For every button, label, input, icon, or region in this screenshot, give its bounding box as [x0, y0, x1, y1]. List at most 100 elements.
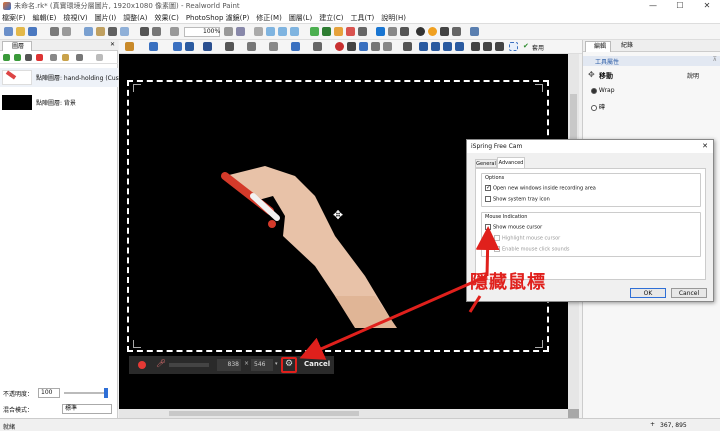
layer-row[interactable]: 點陣圖層: hand-holding (Cust: [0, 68, 121, 87]
view2-icon[interactable]: [278, 27, 287, 36]
smudge-icon[interactable]: [403, 42, 412, 51]
save-icon[interactable]: [28, 27, 37, 36]
layer-up-icon[interactable]: [14, 54, 21, 61]
hscroll-thumb[interactable]: [169, 411, 359, 416]
select-icon[interactable]: [185, 42, 194, 51]
apply-label[interactable]: 套用: [532, 43, 544, 52]
crop-icon[interactable]: [120, 27, 129, 36]
pen-icon[interactable]: [471, 42, 480, 51]
layer-down-icon[interactable]: [25, 54, 32, 61]
tab-history[interactable]: 紀錄: [613, 41, 639, 52]
horizontal-scrollbar[interactable]: [119, 409, 568, 418]
menu-effects[interactable]: 效果(C): [154, 14, 178, 22]
new-icon[interactable]: [4, 27, 13, 36]
text-tool-icon[interactable]: [203, 42, 212, 51]
ok-button[interactable]: OK: [630, 288, 666, 298]
tab-advanced[interactable]: Advanced: [497, 157, 525, 168]
layer2-icon[interactable]: [346, 27, 355, 36]
pencil-icon[interactable]: [247, 42, 256, 51]
record-icon[interactable]: [138, 361, 146, 369]
paste-icon[interactable]: [96, 27, 105, 36]
tray-icon-option[interactable]: Show system tray icon: [485, 196, 550, 203]
menu-photoshop-filters[interactable]: PhotoShop 濾鏡(P): [186, 14, 249, 22]
menu-adjust[interactable]: 調整(A): [123, 14, 147, 22]
apply-check-icon[interactable]: ✔: [523, 42, 529, 50]
close-button[interactable]: ✕: [694, 0, 720, 12]
minimize-button[interactable]: —: [640, 0, 666, 12]
move-tool-icon[interactable]: [149, 42, 158, 51]
image-icon[interactable]: [310, 27, 319, 36]
close-icon[interactable]: ✕: [110, 41, 115, 48]
highlight-cursor-option[interactable]: Highlight mouse cursor: [494, 235, 560, 242]
menu-help[interactable]: 說明(H): [381, 14, 406, 22]
flip-icon[interactable]: [152, 27, 161, 36]
open-windows-option[interactable]: Open new windows inside recording area: [485, 185, 596, 192]
effects-icon[interactable]: [76, 54, 83, 61]
eraser-icon[interactable]: [269, 42, 278, 51]
filter-icon[interactable]: [376, 27, 385, 36]
filter3-icon[interactable]: [400, 27, 409, 36]
menu-retouch[interactable]: 修正(M): [256, 14, 282, 22]
pen3-icon[interactable]: [495, 42, 504, 51]
layer-icon[interactable]: [334, 27, 343, 36]
cut-icon[interactable]: [108, 27, 117, 36]
fill-icon[interactable]: [359, 42, 368, 51]
menu-image[interactable]: 圖片(I): [95, 14, 117, 22]
layer-row[interactable]: 點陣圖層: 背景: [0, 93, 118, 112]
settings-button[interactable]: ⚙: [281, 357, 297, 373]
view3-icon[interactable]: [290, 27, 299, 36]
layer3-icon[interactable]: [358, 27, 367, 36]
layer-props-icon[interactable]: [50, 54, 57, 61]
zoom-fit-icon[interactable]: [236, 27, 245, 36]
dialog-close-icon[interactable]: ✕: [702, 142, 708, 150]
copy-sel-icon[interactable]: [419, 42, 428, 51]
tab-general[interactable]: General: [475, 159, 497, 168]
opacity-slider-track[interactable]: [64, 392, 108, 394]
delete-layer-icon[interactable]: [36, 54, 43, 61]
wand-icon[interactable]: [125, 42, 134, 51]
tab-edit[interactable]: 編輯: [585, 41, 611, 52]
menu-layer[interactable]: 圖層(L): [289, 14, 312, 22]
merge-icon[interactable]: [62, 54, 69, 61]
tile-radio[interactable]: [591, 104, 597, 111]
zoom-select[interactable]: 100%: [184, 27, 220, 37]
undo-icon[interactable]: [50, 27, 59, 36]
shape-icon[interactable]: [440, 27, 449, 36]
add-layer-icon[interactable]: [3, 54, 10, 61]
transform-icon[interactable]: [173, 42, 182, 51]
open-windows-checkbox[interactable]: [485, 185, 491, 191]
pen2-icon[interactable]: [483, 42, 492, 51]
wrap-radio[interactable]: [591, 87, 597, 94]
moon-icon[interactable]: [428, 27, 437, 36]
wrap-option[interactable]: Wrap: [591, 87, 615, 94]
maximize-button[interactable]: ☐: [667, 0, 693, 12]
open-icon[interactable]: [16, 27, 25, 36]
highlight-cursor-checkbox[interactable]: [494, 235, 500, 241]
picker-icon[interactable]: [371, 42, 380, 51]
opacity-input[interactable]: 100: [38, 388, 60, 398]
tab-layers[interactable]: 圖層: [2, 41, 32, 51]
clone-icon[interactable]: [383, 42, 392, 51]
height-input[interactable]: 546: [251, 359, 273, 371]
menu-file[interactable]: 檔案(F): [2, 14, 26, 22]
shape2-icon[interactable]: [452, 27, 461, 36]
gradient-icon[interactable]: [347, 42, 356, 51]
view-icon[interactable]: [266, 27, 275, 36]
line-tool-icon[interactable]: [313, 42, 322, 51]
menu-view[interactable]: 檢視(V): [63, 14, 87, 22]
microphone-muted-icon[interactable]: 🎤︎: [156, 359, 166, 368]
paste-sel-icon[interactable]: [431, 42, 440, 51]
cancel-button[interactable]: Cancel: [671, 288, 707, 298]
grid-icon[interactable]: [254, 27, 263, 36]
menu-tools[interactable]: 工具(T): [351, 14, 375, 22]
zoom-out-icon[interactable]: [170, 27, 179, 36]
show-cursor-option[interactable]: Show mouse cursor: [485, 224, 542, 231]
click-sounds-checkbox[interactable]: [494, 246, 500, 252]
sel2-icon[interactable]: [455, 42, 464, 51]
tray-icon-checkbox[interactable]: [485, 196, 491, 202]
sel-icon[interactable]: [443, 42, 452, 51]
redo-icon[interactable]: [62, 27, 71, 36]
cancel-recording-button[interactable]: Cancel: [304, 360, 330, 368]
width-input[interactable]: 838: [217, 359, 241, 371]
opacity-slider-handle[interactable]: [104, 388, 108, 398]
